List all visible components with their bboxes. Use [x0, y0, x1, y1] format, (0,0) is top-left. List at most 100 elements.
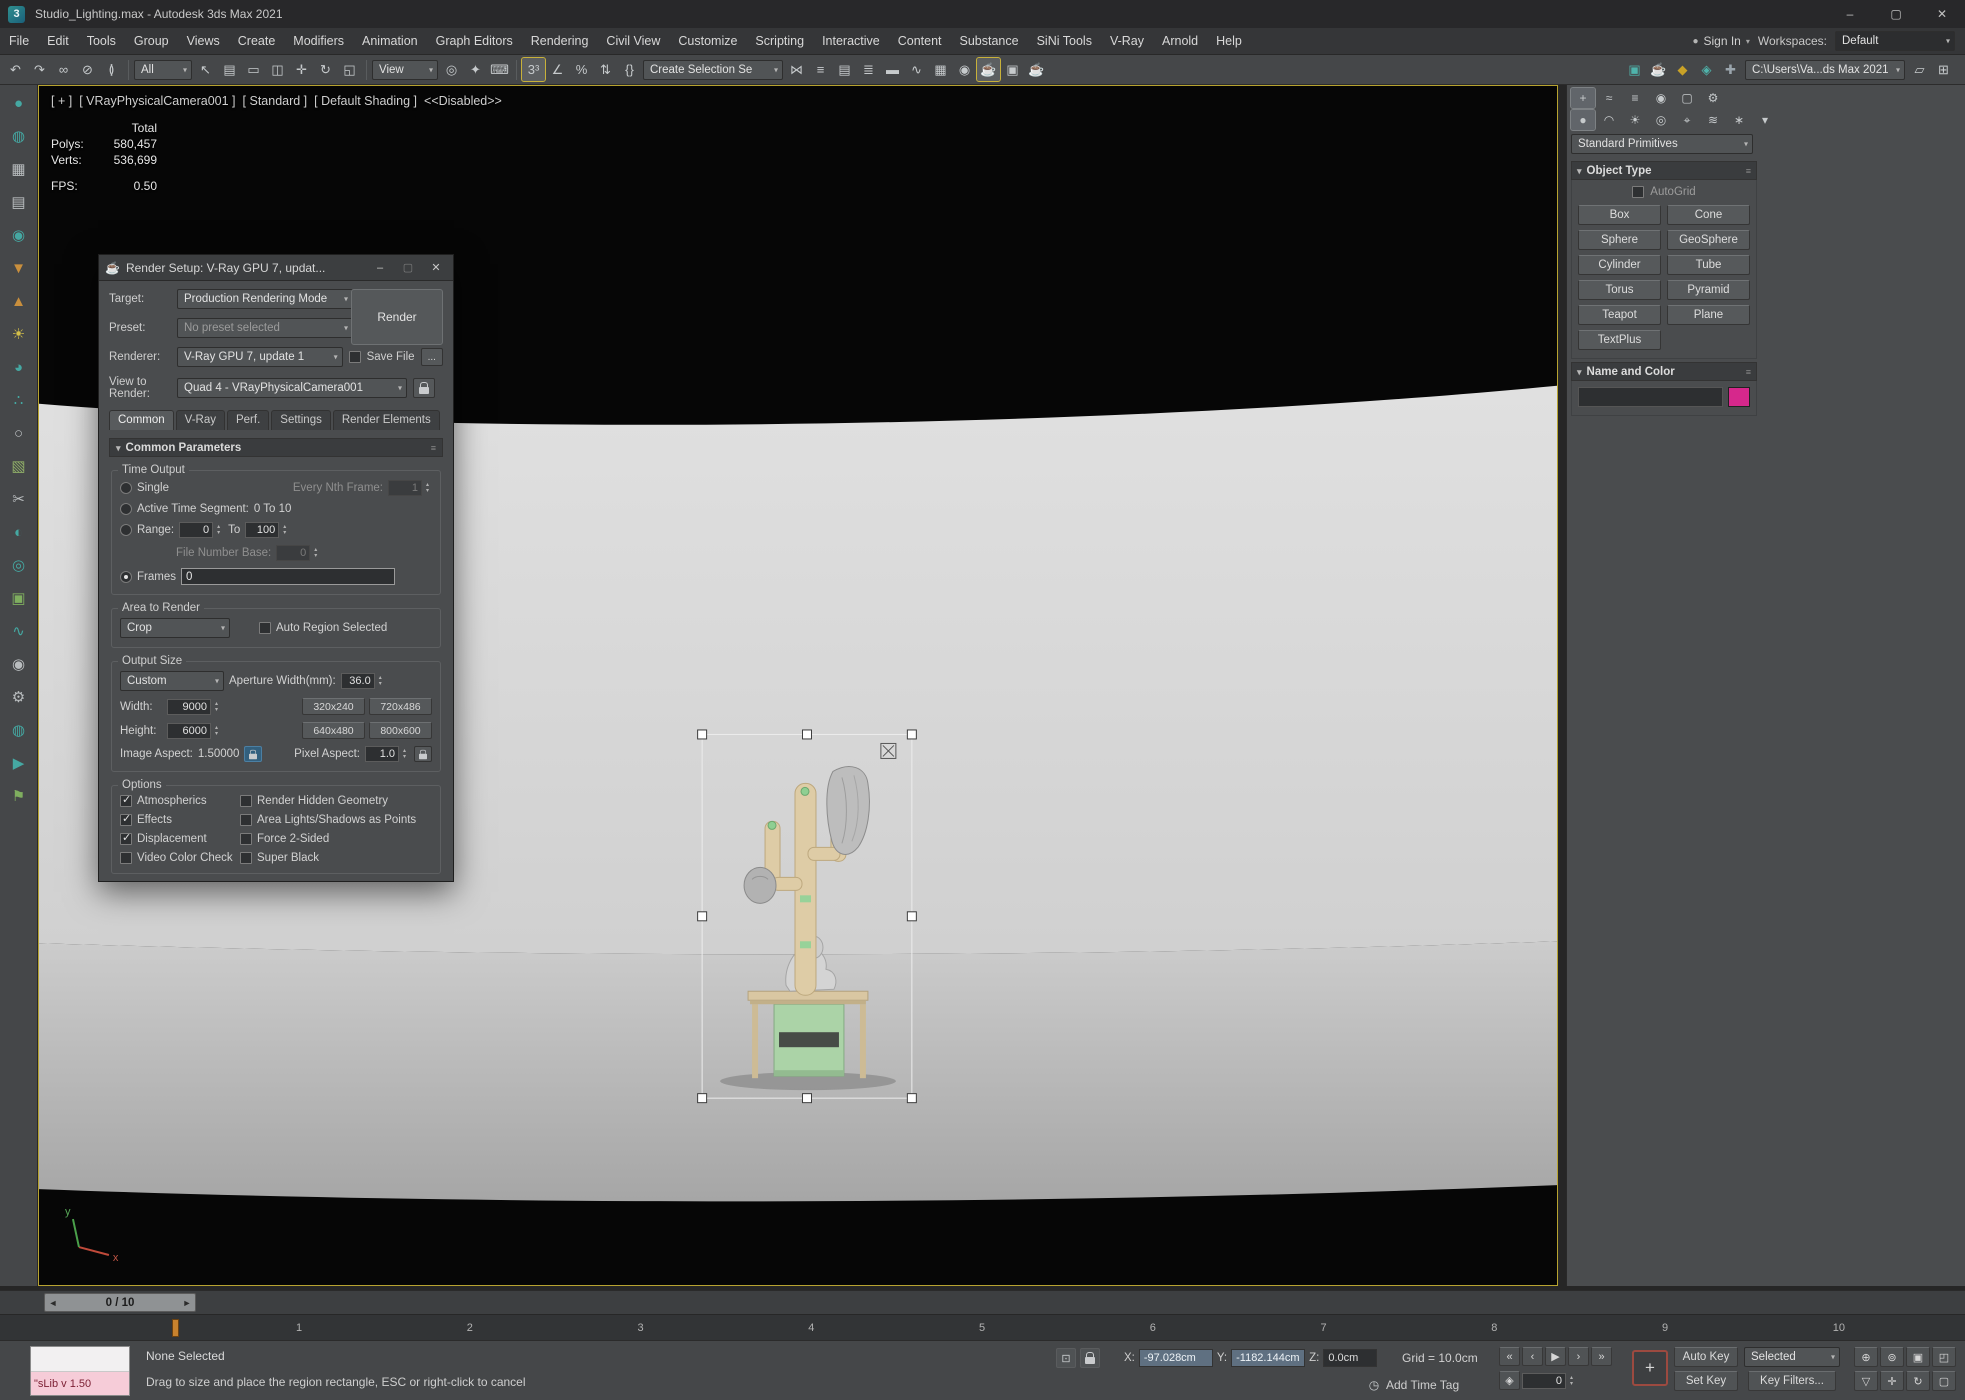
menu-item[interactable]: V-Ray [1101, 28, 1153, 54]
select-and-move-icon[interactable]: ✛ [290, 58, 313, 81]
time-marker[interactable] [172, 1319, 179, 1337]
layer-explorer-icon[interactable]: ≣ [857, 58, 880, 81]
menu-item[interactable]: Tools [78, 28, 125, 54]
window-crossing-icon[interactable]: ◫ [266, 58, 289, 81]
wave-icon[interactable]: ∿ [6, 619, 32, 643]
play-shape-icon[interactable]: ▶ [6, 751, 32, 775]
menu-item[interactable]: Interactive [813, 28, 889, 54]
go-to-start-icon[interactable]: « [1499, 1347, 1520, 1366]
render-setup-icon[interactable]: ☕ [977, 58, 1000, 81]
menu-item[interactable]: Substance [951, 28, 1028, 54]
close-button[interactable]: ✕ [1919, 0, 1965, 28]
menu-item[interactable]: Scripting [746, 28, 813, 54]
key-filters-button[interactable]: Key Filters... [1748, 1371, 1836, 1391]
ribbon-toggle-icon[interactable]: ▬ [881, 58, 904, 81]
tab-common[interactable]: Common [109, 410, 174, 430]
sun-icon[interactable]: ☀ [6, 322, 32, 346]
workspace-select[interactable]: Default [1835, 31, 1955, 51]
height-spinner[interactable]: 6000 [167, 723, 221, 739]
key-selection-set-select[interactable]: Selected [1744, 1347, 1840, 1367]
select-by-name-icon[interactable]: ▤ [218, 58, 241, 81]
cone-icon[interactable]: ▲ [6, 289, 32, 313]
pixel-aspect-spinner[interactable]: 1.0 [365, 746, 409, 762]
spinner-arrows-icon[interactable] [212, 723, 221, 739]
object-name-input[interactable] [1578, 387, 1723, 407]
save-file-checkbox[interactable] [349, 351, 361, 363]
menu-item[interactable]: Help [1207, 28, 1251, 54]
redo-icon[interactable]: ↷ [28, 58, 51, 81]
pixel-aspect-lock-button[interactable] [414, 746, 432, 762]
y-coordinate-field[interactable]: -1182.144cm [1231, 1349, 1305, 1367]
video-color-check-checkbox[interactable]: Video Color Check [120, 852, 232, 864]
scene-security-icon[interactable]: ✚ [1719, 58, 1742, 81]
spinner-arrows-icon[interactable] [400, 746, 409, 762]
plane-button[interactable]: Plane [1667, 305, 1750, 325]
bind-to-spacewarp-icon[interactable]: ≬ [100, 58, 123, 81]
go-to-end-icon[interactable]: » [1591, 1347, 1612, 1366]
maximize-viewport-icon[interactable]: ▢ [1932, 1371, 1956, 1391]
sphere-button[interactable]: Sphere [1578, 230, 1661, 250]
dialog-maximize-button[interactable]: ▢ [397, 258, 419, 278]
listener-macro-row[interactable] [31, 1347, 129, 1372]
previous-frame-icon[interactable]: ‹ [1522, 1347, 1543, 1366]
vray-frame-buffer-icon[interactable]: ▣ [1623, 58, 1646, 81]
menu-item[interactable]: Create [229, 28, 285, 54]
preset-select[interactable]: No preset selected [177, 318, 353, 338]
size-640x480-button[interactable]: 640x480 [302, 722, 365, 739]
display-tab-icon[interactable]: ▢ [1675, 88, 1699, 108]
file-number-base-spinner[interactable]: 0 [276, 545, 320, 561]
viewport-label-segment[interactable]: [ VRayPhysicalCamera001 ] [79, 94, 235, 108]
auto-region-checkbox[interactable] [259, 622, 271, 634]
range-from-spinner[interactable]: 0 [179, 522, 223, 538]
set-key-button[interactable]: Set Key [1674, 1371, 1738, 1391]
menu-item[interactable]: Customize [669, 28, 746, 54]
time-slider-track[interactable] [196, 1291, 1965, 1314]
gear-icon[interactable]: ⚙ [6, 685, 32, 709]
half-sphere-icon[interactable]: ◐ [6, 520, 32, 544]
size-720x486-button[interactable]: 720x486 [369, 698, 432, 715]
sini-sphere-icon[interactable]: ● [6, 91, 32, 115]
viewport-label-segment[interactable]: [ + ] [51, 94, 72, 108]
tube-button[interactable]: Tube [1667, 255, 1750, 275]
box-button[interactable]: Box [1578, 205, 1661, 225]
project-folder-select[interactable]: C:\Users\Va...ds Max 2021 [1745, 60, 1905, 80]
primitives-category-select[interactable]: Standard Primitives [1571, 134, 1753, 154]
output-preset-select[interactable]: Custom [120, 671, 224, 691]
range-radio[interactable] [120, 524, 132, 536]
renderer-select[interactable]: V-Ray GPU 7, update 1 [177, 347, 343, 367]
render-hidden-geometry-checkbox[interactable]: Render Hidden Geometry [240, 795, 432, 807]
sini-tools-icon[interactable]: ◆ [1671, 58, 1694, 81]
menu-item[interactable]: Civil View [597, 28, 669, 54]
cylinder-button[interactable]: Cylinder [1578, 255, 1661, 275]
select-object-icon[interactable]: ↖ [194, 58, 217, 81]
key-mode-toggle-icon[interactable]: ◈ [1499, 1371, 1520, 1390]
image-aspect-lock-button[interactable] [244, 746, 262, 762]
field-of-view-icon[interactable]: ▽ [1854, 1371, 1878, 1391]
menu-item[interactable]: Edit [38, 28, 78, 54]
sphere-paint-icon[interactable]: ◕ [6, 355, 32, 379]
viewport-label-segment[interactable]: [ Standard ] [243, 94, 308, 108]
named-selection-sets-select[interactable]: Create Selection Se [643, 60, 783, 80]
next-frame-arrow-icon[interactable]: ► [179, 1298, 195, 1308]
selection-lock-icon[interactable] [1080, 1348, 1100, 1368]
spinner-arrows-icon[interactable] [423, 480, 432, 496]
eye-icon[interactable]: ◉ [6, 652, 32, 676]
common-parameters-rollout[interactable]: Common Parameters [109, 438, 443, 457]
track-bar[interactable]: 12345678910 [0, 1314, 1965, 1340]
sini-torus-icon[interactable]: ◍ [6, 124, 32, 148]
spinner-arrows-icon[interactable] [280, 522, 289, 538]
render-button[interactable]: Render [351, 289, 443, 345]
x-coordinate-field[interactable]: -97.028cm [1139, 1349, 1213, 1367]
maximize-button[interactable]: ▢ [1873, 0, 1919, 28]
time-slider-handle[interactable]: ◄ 0 / 10 ► [44, 1293, 196, 1312]
object-color-swatch[interactable] [1728, 387, 1750, 407]
pyramid-button[interactable]: Pyramid [1667, 280, 1750, 300]
align-icon[interactable]: ≡ [809, 58, 832, 81]
menu-item[interactable]: Views [178, 28, 229, 54]
area-mode-select[interactable]: Crop [120, 618, 230, 638]
project-folder-icon[interactable]: ▱ [1908, 58, 1931, 81]
minimize-button[interactable]: – [1827, 0, 1873, 28]
region-crop-icon[interactable] [881, 743, 896, 758]
cube-icon[interactable]: ▣ [6, 586, 32, 610]
grid-array-icon[interactable]: ▦ [6, 157, 32, 181]
